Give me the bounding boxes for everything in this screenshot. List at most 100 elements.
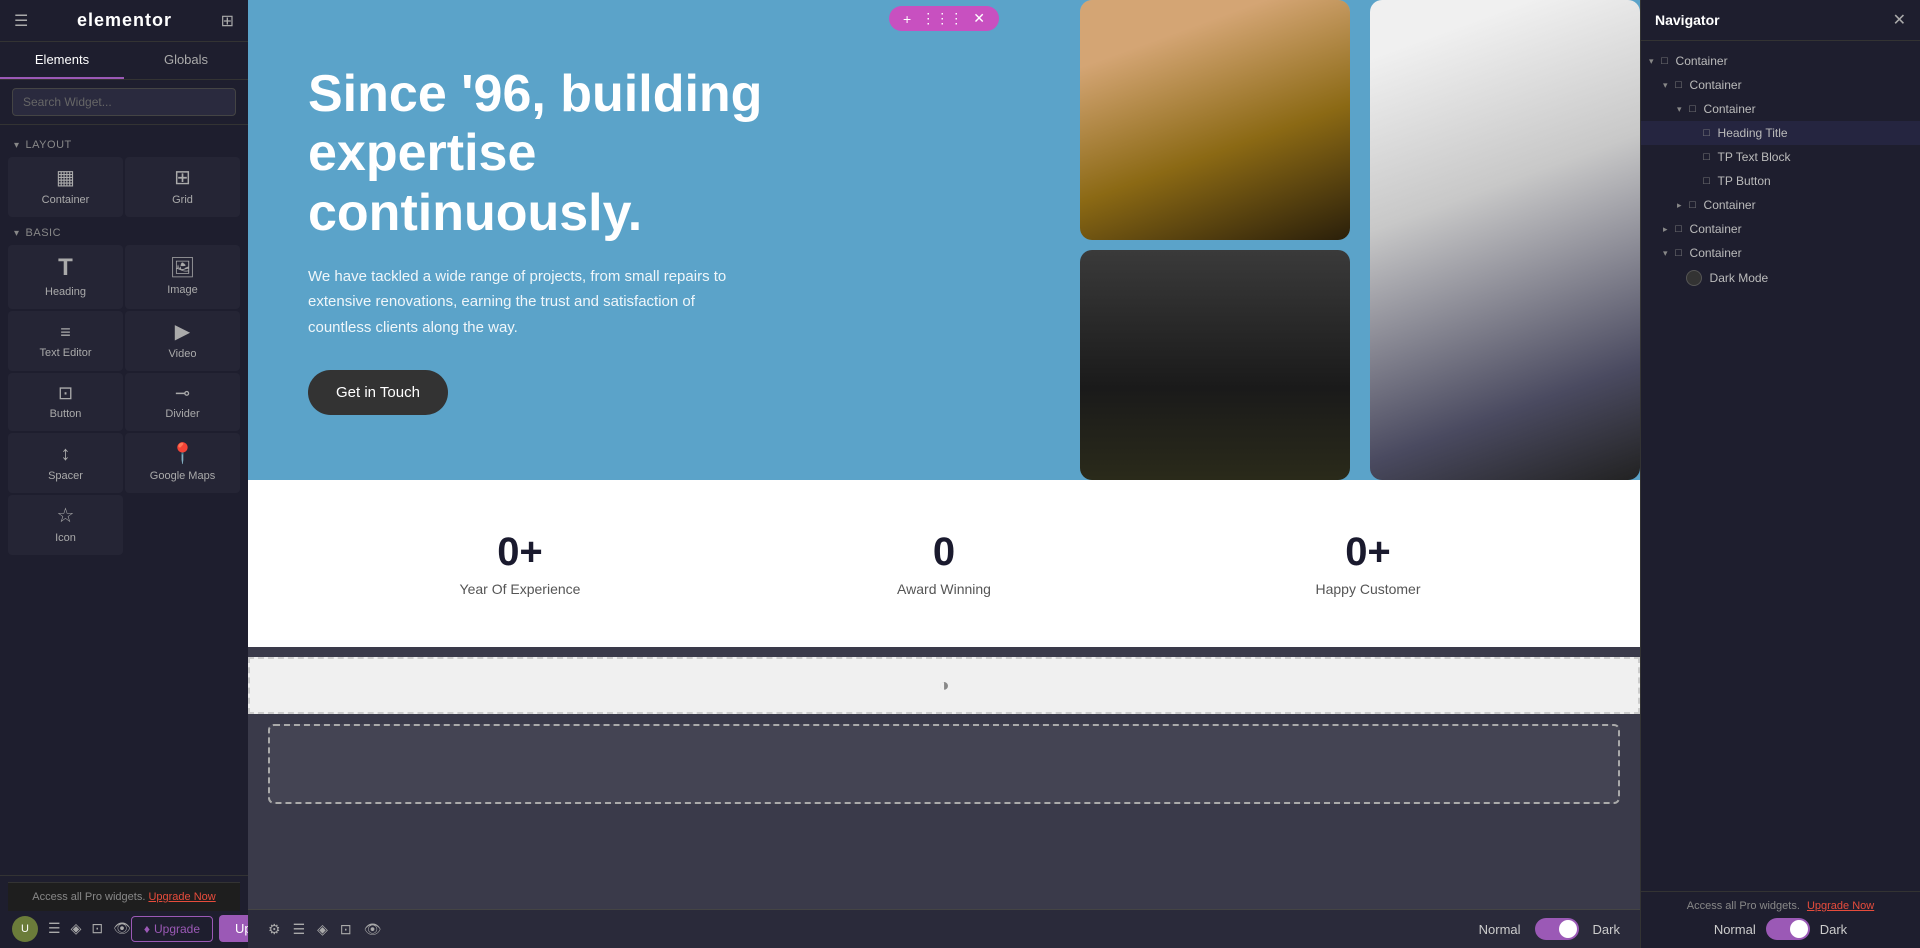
right-upgrade-link[interactable]: Upgrade Now [1807,900,1874,912]
widget-icon[interactable]: ☆ Icon [8,495,123,555]
stat-award-number: 0 [742,530,1146,575]
nav-icon-container-5: □ [1672,223,1686,235]
widget-video[interactable]: ▶ Video [125,311,240,371]
canvas-scroll-area[interactable]: Since '96, building expertise continuous… [248,0,1640,948]
upgrade-icon: ♦ [144,922,150,936]
search-input[interactable] [12,88,236,116]
nav-chevron-container-1: ▾ [1649,56,1654,67]
widget-sections: Layout ▦ Container ⊞ Grid Basic T Headin… [0,125,248,875]
panel-tabs: Elements Globals [0,42,248,80]
nav-chevron-container-6: ▾ [1663,248,1668,259]
nav-item-tp-button[interactable]: ▾ □ TP Button [1641,169,1920,193]
nav-label-dark-mode: Dark Mode [1710,271,1769,285]
nav-icon-button: □ [1700,175,1714,187]
right-panel-upgrade-msg: Access all Pro widgets. Upgrade Now [1653,900,1908,912]
image-icon: 🖼 [170,258,195,278]
bottom-icon-layers[interactable]: ☰ [48,920,61,937]
hero-image-tools [1080,250,1350,480]
widget-grid[interactable]: ⊞ Grid [125,157,240,217]
dark-mode-toggle-icon[interactable] [1686,270,1702,286]
pro-message: Access all Pro widgets. [32,891,145,903]
button-widget-icon: ⊡ [58,384,73,402]
nav-chevron-container-4: ▸ [1677,200,1682,211]
responsive-icon[interactable]: ⊡ [340,921,352,938]
canvas-bottom-right: Normal Dark [1479,918,1620,940]
nav-item-container-5[interactable]: ▸ □ Container [1641,217,1920,241]
google-maps-label: Google Maps [150,470,215,482]
nav-label-heading-title: Heading Title [1718,126,1788,140]
hero-cta-button[interactable]: Get in Touch [308,370,448,415]
mode-toggle-bar: Normal Dark [1653,918,1908,940]
nav-item-heading-title[interactable]: ▾ □ Heading Title [1641,121,1920,145]
dark-mode-switch[interactable] [1766,918,1810,940]
layers-icon[interactable]: ☰ [293,921,306,938]
widget-text-editor[interactable]: ≡ Text Editor [8,311,123,371]
icon-widget-icon: ☆ [57,506,75,526]
nav-item-dark-mode[interactable]: ▾ Dark Mode [1641,265,1920,291]
navigator-close-icon[interactable]: ✕ [1893,10,1906,30]
basic-widget-grid: T Heading 🖼 Image ≡ Text Editor ▶ Video … [0,243,248,557]
hero-title: Since '96, building expertise continuous… [308,65,828,244]
right-panel: Navigator ✕ ▾ □ Container ▾ □ Container … [1640,0,1920,948]
navigator-title: Navigator [1655,12,1720,28]
grid-icon[interactable]: ⊞ [221,11,234,31]
stats-section: 0+ Year Of Experience 0 Award Winning 0+… [248,480,1640,647]
nav-chevron-container-5: ▸ [1663,224,1668,235]
nav-item-container-2[interactable]: ▾ □ Container [1641,73,1920,97]
google-maps-icon: 📍 [170,444,195,464]
widget-button[interactable]: ⊡ Button [8,373,123,431]
nav-icon-container-4: □ [1686,199,1700,211]
style-icon[interactable]: ◈ [317,921,328,938]
nav-item-container-3[interactable]: ▾ □ Container [1641,97,1920,121]
right-upgrade-text: Access all Pro widgets. [1687,900,1800,912]
right-panel-bottom: Access all Pro widgets. Upgrade Now Norm… [1641,891,1920,948]
widget-google-maps[interactable]: 📍 Google Maps [125,433,240,493]
bottom-icon-style[interactable]: ◈ [71,920,82,937]
canvas-bottom-bar: ⚙ ☰ ◈ ⊡ 👁 Normal Dark [248,909,1640,948]
layout-widget-grid: ▦ Container ⊞ Grid [0,155,248,219]
nav-item-container-1[interactable]: ▾ □ Container [1641,49,1920,73]
spacer-label: Spacer [48,470,83,482]
hamburger-icon[interactable]: ☰ [14,11,28,31]
mode-toggle[interactable] [1535,918,1579,940]
video-label: Video [169,348,197,360]
nav-item-tp-text-block[interactable]: ▾ □ TP Text Block [1641,145,1920,169]
nav-label-container-1: Container [1676,54,1728,68]
tools-figure [1080,250,1350,480]
widget-heading[interactable]: T Heading [8,245,123,309]
user-avatar: U [12,916,38,942]
preview-icon[interactable]: 👁 [364,921,382,938]
stat-happy-label: Happy Customer [1166,581,1570,597]
widget-container[interactable]: ▦ Container [8,157,123,217]
text-editor-icon: ≡ [60,323,71,341]
bottom-icon-responsive[interactable]: ⊡ [91,920,103,937]
tab-globals[interactable]: Globals [124,42,248,79]
empty-section[interactable] [268,724,1620,804]
bottom-icon-eye[interactable]: 👁 [113,920,131,937]
nav-item-container-6[interactable]: ▾ □ Container [1641,241,1920,265]
pro-upgrade-link[interactable]: Upgrade Now [148,891,215,903]
upgrade-button[interactable]: ♦ Upgrade [131,916,213,942]
canvas-add-button[interactable]: + [903,11,911,27]
canvas-drag-handle[interactable]: ⋮⋮⋮ [921,10,963,27]
nav-item-container-4[interactable]: ▸ □ Container [1641,193,1920,217]
nav-icon-container-2: □ [1672,79,1686,91]
dark-label: Dark [1820,922,1847,937]
canvas-close-button[interactable]: ✕ [973,10,985,27]
nav-icon-text: □ [1700,151,1714,163]
spacer-icon: ↕ [61,444,71,464]
widget-divider[interactable]: ⊸ Divider [125,373,240,431]
panel-header: ☰ elementor ⊞ [0,0,248,42]
nav-label-tp-button: TP Button [1718,174,1771,188]
container-icon: ▦ [56,168,75,188]
widget-spacer[interactable]: ↕ Spacer [8,433,123,493]
stat-award-winning: 0 Award Winning [732,520,1156,607]
tab-elements[interactable]: Elements [0,42,124,79]
nav-label-container-4: Container [1704,198,1756,212]
widget-image[interactable]: 🖼 Image [125,245,240,309]
main-canvas: + ⋮⋮⋮ ✕ Since '96, building expertise co… [248,0,1640,948]
stat-year-label: Year Of Experience [318,581,722,597]
settings-icon[interactable]: ⚙ [268,921,281,938]
person1-figure [1080,0,1350,240]
pro-upgrade-bar: Access all Pro widgets. Upgrade Now [8,882,240,911]
